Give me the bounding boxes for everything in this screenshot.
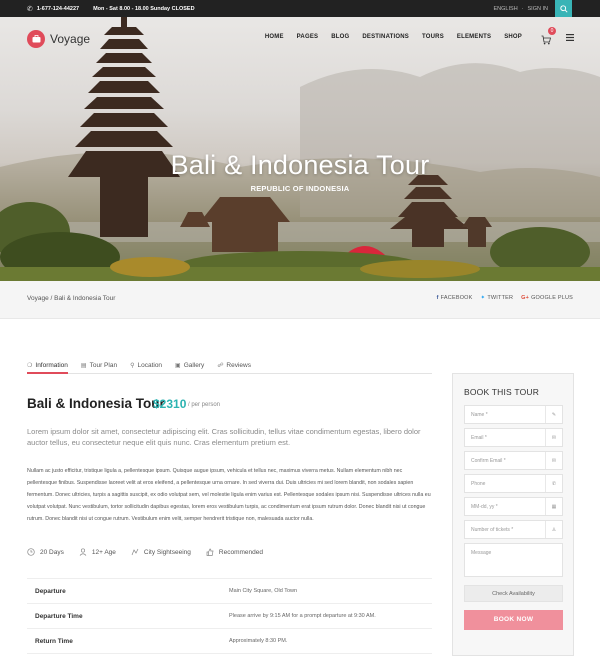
phone-field[interactable]: Phone ✆ — [464, 474, 563, 493]
search-button[interactable] — [555, 0, 572, 17]
price-unit: / per person — [188, 402, 221, 408]
hero-title: Bali & Indonesia Tour — [170, 150, 430, 180]
gallery-icon: ▣ — [175, 362, 181, 369]
language-selector[interactable]: ENGLISH — [494, 6, 518, 12]
share-links: f FACEBOOK ✦ TWITTER G+ GOOGLE PLUS — [437, 295, 573, 301]
person-icon — [79, 548, 87, 556]
table-row: Return Time Approximately 8:30 PM. — [27, 629, 432, 654]
tour-tabs: ❍ Information ▤ Tour Plan ⚲ Location ▣ Galle… — [27, 357, 432, 374]
nav-pages[interactable]: PAGES — [297, 34, 319, 40]
name-field[interactable]: Name * ✎ — [464, 405, 563, 424]
info-icon: ❍ — [27, 362, 33, 369]
tour-lead: Lorem ipsum dolor sit amet, consectetur … — [27, 427, 421, 447]
pencil-icon: ✎ — [545, 406, 562, 423]
nav-shop[interactable]: SHOP — [504, 34, 522, 40]
envelope-icon: ✉ — [545, 452, 562, 469]
nav-elements[interactable]: ELEMENTS — [457, 34, 491, 40]
booking-title: BOOK THIS TOUR — [464, 387, 540, 397]
breadcrumb[interactable]: Voyage / Bali & Indonesia Tour — [27, 295, 115, 302]
cart-count: 0 — [548, 27, 556, 35]
phone-icon: ✆ — [545, 475, 562, 492]
signin-link[interactable]: SIGN IN — [528, 6, 548, 12]
booking-panel: BOOK THIS TOUR Name * ✎ Email * ✉ Confir… — [452, 373, 574, 656]
hero-subtitle: REPUBLIC OF INDONESIA — [250, 184, 350, 193]
site-logo[interactable]: Voyage — [27, 30, 90, 48]
tour-description: Nullam ac justo efficitur, tristique lig… — [27, 468, 431, 522]
top-bar: ✆ 1-677-124-44227 Mon - Sat 8.00 - 18.00… — [0, 0, 600, 17]
twitter-icon: ✦ — [480, 295, 486, 301]
cart-button[interactable]: 0 — [541, 27, 556, 45]
hero-image — [0, 17, 600, 281]
user-icon: ♙ — [545, 521, 562, 538]
share-twitter[interactable]: ✦ TWITTER — [481, 295, 514, 301]
check-availability-button[interactable]: Check Availability — [464, 585, 563, 602]
fact-duration: 20 Days — [27, 548, 64, 556]
tab-gallery[interactable]: ▣ Gallery — [175, 357, 204, 372]
suitcase-icon — [27, 30, 45, 48]
thumbs-up-icon — [206, 548, 214, 556]
nav-tours[interactable]: TOURS — [422, 34, 444, 40]
route-icon — [131, 548, 139, 556]
facebook-icon: f — [436, 295, 439, 301]
envelope-icon: ✉ — [545, 429, 562, 446]
table-row: Departure Time Please arrive by 9:15 AM … — [27, 604, 432, 629]
hero-banner: Bali & Indonesia Tour REPUBLIC OF INDONE… — [0, 17, 600, 281]
message-field[interactable]: Message — [464, 543, 563, 577]
tab-reviews[interactable]: ☍ Reviews — [217, 357, 251, 372]
breadcrumb-bar: Voyage / Bali & Indonesia Tour f FACEBOOK… — [0, 281, 600, 319]
nav-home[interactable]: HOME — [265, 34, 284, 40]
tour-facts: 20 Days 12+ Age City Sightseeing Recomme… — [27, 548, 263, 556]
table-row: Departure Main City Square, Old Town — [27, 579, 432, 604]
share-google[interactable]: G+ GOOGLE PLUS — [521, 295, 573, 301]
tab-information[interactable]: ❍ Information — [27, 357, 68, 374]
calendar-icon: ▦ — [545, 498, 562, 515]
brand-name: Voyage — [50, 32, 91, 46]
reviews-icon: ☍ — [217, 362, 224, 369]
phone-icon: ✆ — [27, 5, 33, 13]
share-facebook[interactable]: f FACEBOOK — [437, 295, 473, 301]
tour-price: $2310 — [153, 397, 187, 411]
google-plus-icon: G+ — [521, 295, 530, 301]
clock-icon — [27, 548, 35, 556]
tab-location[interactable]: ⚲ Location — [130, 357, 162, 372]
date-field[interactable]: MM-dd, yy * ▦ — [464, 497, 563, 516]
fact-type: City Sightseeing — [131, 548, 191, 556]
email-field[interactable]: Email * ✉ — [464, 428, 563, 447]
map-icon: ▤ — [80, 362, 87, 369]
search-icon — [559, 4, 568, 13]
confirm-email-field[interactable]: Confirm Email * ✉ — [464, 451, 563, 470]
phone-number[interactable]: 1-677-124-44227 — [37, 6, 79, 12]
fact-recommended: Recommended — [206, 548, 263, 556]
book-now-button[interactable]: BOOK NOW — [464, 610, 563, 630]
tab-tour-plan[interactable]: ▤ Tour Plan — [81, 357, 117, 372]
nav-blog[interactable]: BLOG — [331, 34, 349, 40]
pin-icon: ⚲ — [130, 362, 135, 369]
tour-details-table: Departure Main City Square, Old Town Dep… — [27, 578, 432, 654]
opening-hours: Mon - Sat 8.00 - 18.00 Sunday CLOSED — [93, 5, 195, 12]
tour-title: Bali & Indonesia Tour — [27, 396, 165, 411]
menu-icon[interactable] — [566, 34, 574, 41]
main-nav: HOME PAGES BLOG DESTINATIONS TOURS ELEME… — [265, 34, 522, 40]
nav-destinations[interactable]: DESTINATIONS — [362, 34, 409, 40]
cart-icon — [541, 35, 552, 45]
tickets-field[interactable]: Number of tickets * ♙ — [464, 520, 563, 539]
fact-age: 12+ Age — [79, 548, 116, 556]
